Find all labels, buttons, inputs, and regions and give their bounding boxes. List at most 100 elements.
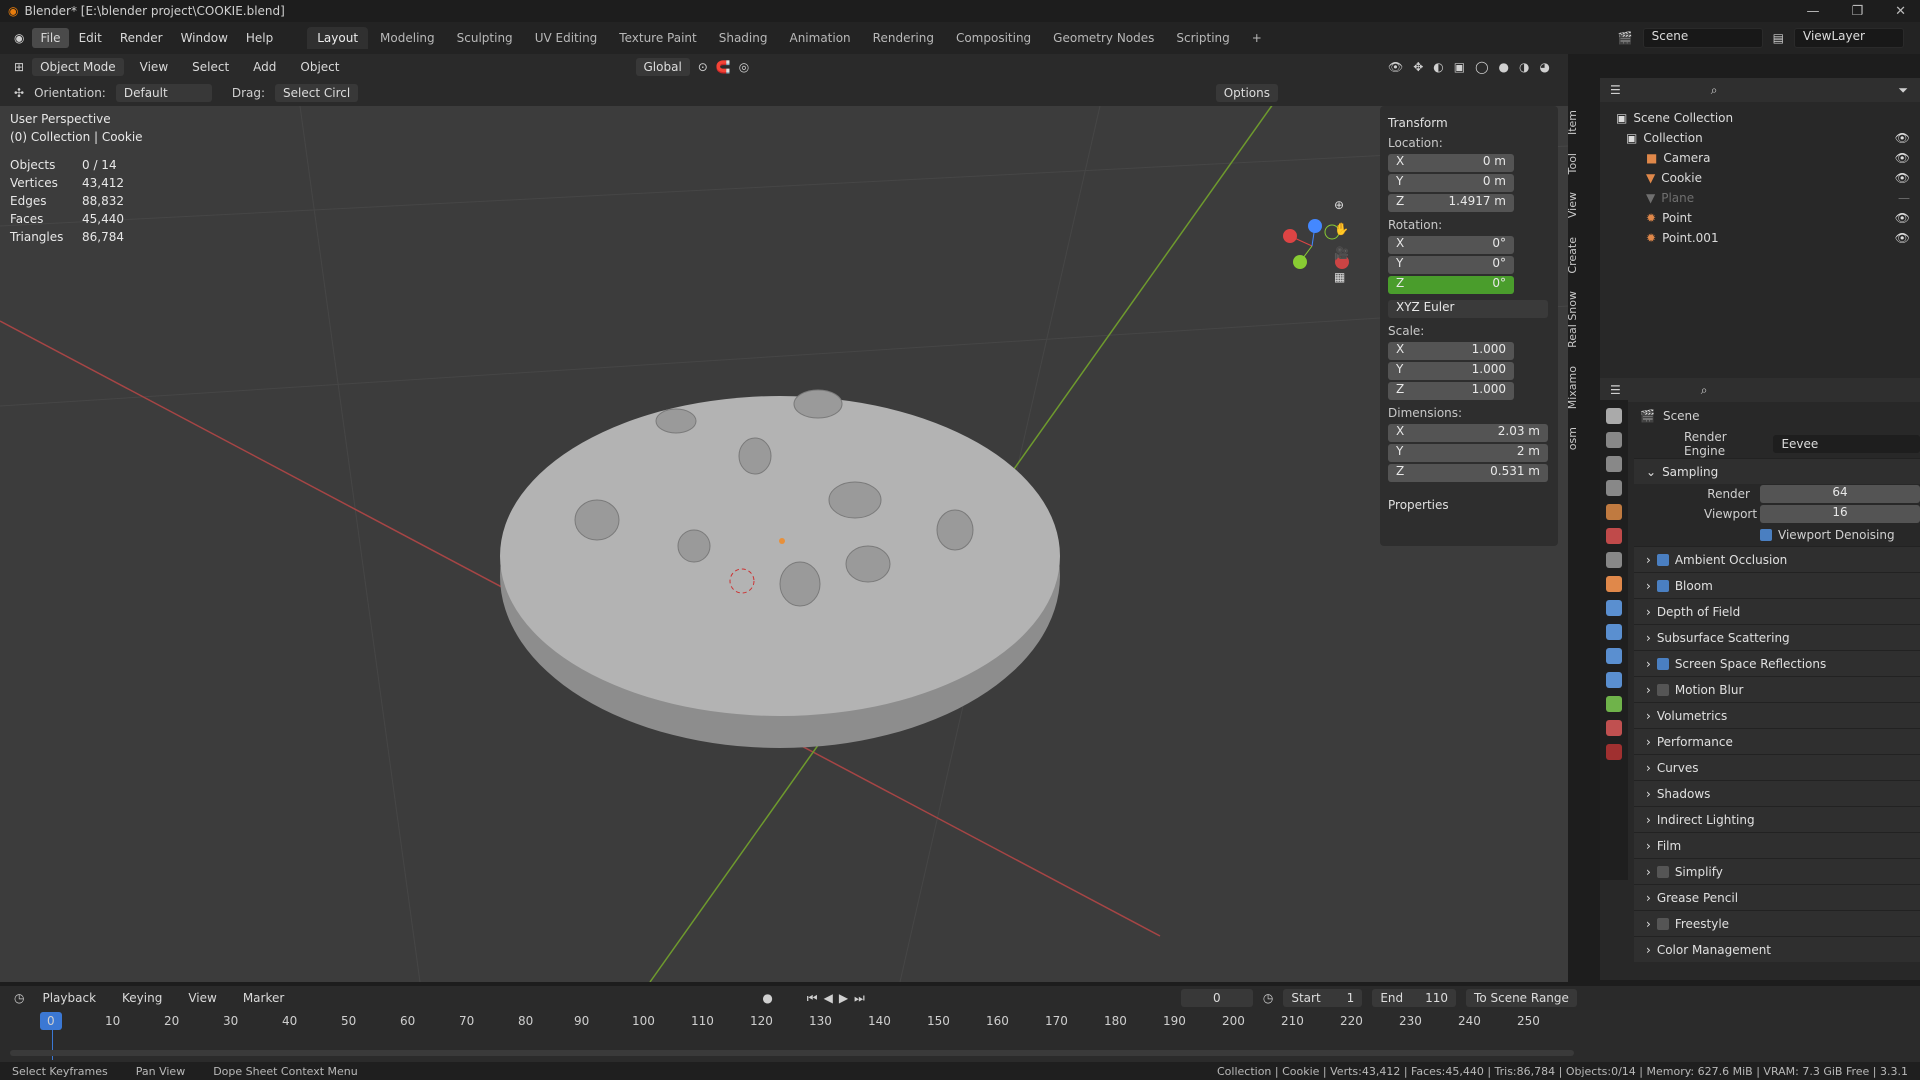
minimize-icon[interactable]: — xyxy=(1806,4,1819,19)
scene-selector-icon[interactable]: 🎬 xyxy=(1618,31,1633,45)
dimension-z-field[interactable]: Z 0.531 m xyxy=(1388,464,1548,482)
viewport-denoising-checkbox[interactable] xyxy=(1760,529,1772,541)
outliner-scene-collection[interactable]: ▣ Scene Collection xyxy=(1616,108,1910,128)
physics-tab-icon[interactable] xyxy=(1606,648,1622,664)
timeline[interactable]: 0 10 20 30 40 50 60 70 80 90 100 110 120… xyxy=(0,1010,1920,1062)
pan-hand-icon[interactable]: ✋ xyxy=(1334,222,1349,236)
cookie-mesh[interactable] xyxy=(500,396,1060,716)
section-bloom[interactable]: › Bloom xyxy=(1634,572,1920,598)
menu-window[interactable]: Window xyxy=(173,28,236,48)
menu-marker[interactable]: Marker xyxy=(235,989,292,1007)
timeline-editor-icon[interactable]: ◷ xyxy=(14,991,24,1005)
3d-viewport[interactable]: ⊕ ✋ 🎥 ▦ xyxy=(0,106,1568,982)
transform-panel-header[interactable]: Transform xyxy=(1388,116,1550,130)
section-freestyle[interactable]: › Freestyle xyxy=(1634,910,1920,936)
section-grease-pencil[interactable]: › Grease Pencil xyxy=(1634,884,1920,910)
wireframe-shading-icon[interactable]: ◯ xyxy=(1475,60,1488,74)
world-tab-icon[interactable] xyxy=(1606,528,1622,544)
section-subsurface-scattering[interactable]: › Subsurface Scattering xyxy=(1634,624,1920,650)
object-tab-icon[interactable] xyxy=(1606,576,1622,592)
current-frame-field[interactable]: 0 xyxy=(1180,989,1253,1007)
grid-toggle-icon[interactable]: ▦ xyxy=(1334,270,1349,284)
tab-view[interactable]: View xyxy=(1566,192,1580,218)
outliner-item-plane[interactable]: ▼ Plane — xyxy=(1616,188,1910,208)
location-x-field[interactable]: X0 m xyxy=(1388,154,1514,172)
section-ambient-occlusion[interactable]: › Ambient Occlusion xyxy=(1634,546,1920,572)
playback-controls-icon[interactable]: ⏮◀▶⏭ xyxy=(807,991,871,1006)
overlay-icon[interactable]: ◐ xyxy=(1433,60,1443,74)
location-z-field[interactable]: Z 1.4917 m xyxy=(1388,194,1514,212)
filter-icon[interactable]: ⏷ xyxy=(1898,83,1908,98)
section-color-management[interactable]: › Color Management xyxy=(1634,936,1920,962)
scene-field[interactable]: Scene xyxy=(1642,28,1763,48)
view-layer-tab-icon[interactable] xyxy=(1606,480,1622,496)
tab-rendering[interactable]: Rendering xyxy=(863,27,944,49)
pivot-icon[interactable]: ⊙ xyxy=(698,60,708,74)
gizmo-icon[interactable]: ✥ xyxy=(1413,60,1423,74)
menu-add[interactable]: Add xyxy=(245,58,284,76)
tab-osm[interactable]: osm xyxy=(1566,427,1580,450)
menu-view[interactable]: View xyxy=(132,58,176,76)
menu-keying[interactable]: Keying xyxy=(114,989,170,1007)
blender-menu-icon[interactable]: ◉ xyxy=(8,31,30,45)
tab-sculpting[interactable]: Sculpting xyxy=(447,27,523,49)
record-icon[interactable]: ● xyxy=(762,991,772,1005)
material-tab-icon[interactable] xyxy=(1606,720,1622,736)
eye-icon[interactable]: 👁 xyxy=(1895,151,1910,165)
rotation-mode-dropdown[interactable]: XYZ Euler xyxy=(1388,300,1548,318)
mode-dropdown[interactable]: Object Mode xyxy=(32,58,124,76)
menu-edit[interactable]: Edit xyxy=(71,28,110,48)
tool-tab-icon[interactable] xyxy=(1606,408,1622,424)
dimension-y-field[interactable]: Y2 m xyxy=(1388,444,1548,462)
menu-timeline-view[interactable]: View xyxy=(180,989,224,1007)
visibility-icon[interactable]: 👁 xyxy=(1388,60,1403,74)
outliner-item-point[interactable]: ✹ Point 👁 xyxy=(1616,208,1910,228)
render-tab-icon[interactable] xyxy=(1606,432,1622,448)
snap-icon[interactable]: 🧲 xyxy=(716,60,731,74)
end-frame-field[interactable]: End 110 xyxy=(1372,989,1457,1007)
scene-range-button[interactable]: To Scene Range xyxy=(1466,989,1577,1007)
restore-icon[interactable]: ❐ xyxy=(1851,4,1863,19)
tab-texture-paint[interactable]: Texture Paint xyxy=(609,27,706,49)
particles-tab-icon[interactable] xyxy=(1606,624,1622,640)
menu-file[interactable]: File xyxy=(32,28,69,48)
camera-view-icon[interactable]: 🎥 xyxy=(1334,246,1349,260)
render-samples-field[interactable]: 64 xyxy=(1760,485,1920,503)
material-shading-icon[interactable]: ◑ xyxy=(1519,60,1529,74)
section-indirect-lighting[interactable]: › Indirect Lighting xyxy=(1634,806,1920,832)
view-layer-icon[interactable]: ▤ xyxy=(1773,31,1784,45)
section-curves[interactable]: › Curves xyxy=(1634,754,1920,780)
tab-geometry-nodes[interactable]: Geometry Nodes xyxy=(1043,27,1164,49)
eye-icon[interactable]: 👁 xyxy=(1895,231,1910,245)
menu-playback[interactable]: Playback xyxy=(34,989,104,1007)
search-icon[interactable]: ⌕ xyxy=(1711,83,1718,98)
transform-orientation-dropdown[interactable]: Global xyxy=(635,58,690,76)
section-performance[interactable]: › Performance xyxy=(1634,728,1920,754)
viewport-samples-field[interactable]: 16 xyxy=(1760,505,1920,523)
timeline-scrollbar[interactable] xyxy=(10,1050,1574,1056)
tab-tool[interactable]: Tool xyxy=(1566,153,1580,174)
tab-mixamo[interactable]: Mixamo xyxy=(1566,366,1580,409)
dimension-x-field[interactable]: X 2.03 m xyxy=(1388,424,1548,442)
search-icon[interactable]: ⌕ xyxy=(1701,383,1708,398)
scale-z-field[interactable]: Z 1.000 xyxy=(1388,382,1514,400)
outliner-item-cookie[interactable]: ▼ Cookie 👁 xyxy=(1616,168,1910,188)
rendered-shading-icon[interactable]: ◕ xyxy=(1540,60,1550,74)
menu-help[interactable]: Help xyxy=(238,28,281,48)
add-workspace-icon[interactable]: + xyxy=(1242,27,1272,49)
outliner-item-camera[interactable]: ■ Camera 👁 xyxy=(1616,148,1910,168)
orientation-dropdown[interactable]: Default xyxy=(115,84,212,102)
section-sampling[interactable]: ⌄ Sampling xyxy=(1634,458,1920,484)
proportional-edit-icon[interactable]: ◎ xyxy=(739,60,749,74)
tab-compositing[interactable]: Compositing xyxy=(946,27,1041,49)
section-volumetrics[interactable]: › Volumetrics xyxy=(1634,702,1920,728)
tab-layout[interactable]: Layout xyxy=(307,27,369,49)
rotation-y-field[interactable]: Y 0° xyxy=(1388,256,1514,274)
data-tab-icon[interactable] xyxy=(1606,696,1622,712)
scene-tab-icon[interactable] xyxy=(1606,504,1622,520)
options-dropdown[interactable]: Options xyxy=(1215,84,1278,102)
texture-tab-icon[interactable] xyxy=(1606,744,1622,760)
xray-icon[interactable]: ▣ xyxy=(1454,60,1465,74)
menu-render[interactable]: Render xyxy=(112,28,171,48)
collection-tab-icon[interactable] xyxy=(1606,552,1622,568)
